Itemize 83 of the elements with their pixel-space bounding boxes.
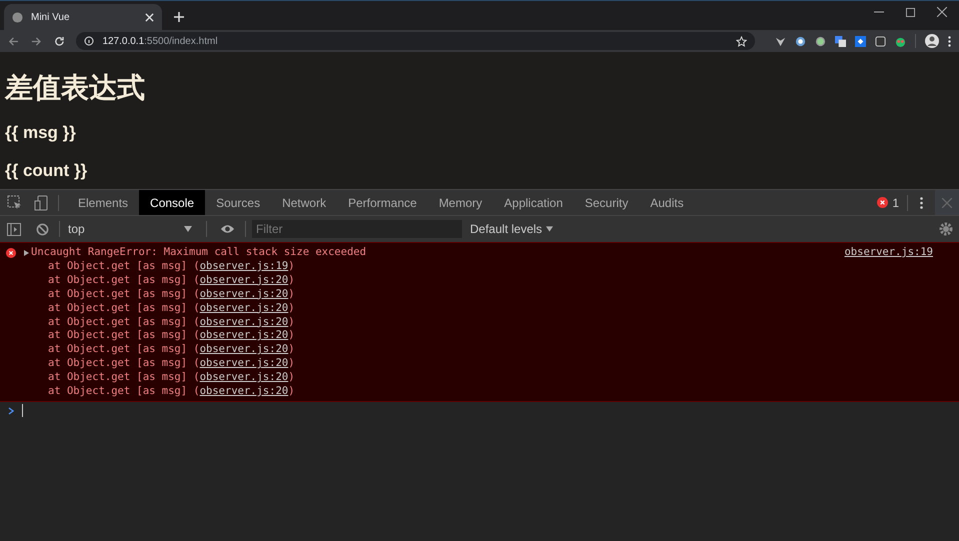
template-text: {{ count }}: [5, 160, 88, 182]
closing-paren: ): [288, 274, 295, 288]
stack-frame-text: at Object.get [as msg] (: [48, 343, 200, 358]
source-link[interactable]: observer.js:19: [200, 260, 288, 274]
error-icon: [6, 248, 16, 258]
source-link[interactable]: observer.js:19: [844, 246, 933, 260]
source-link[interactable]: observer.js:20: [200, 357, 288, 372]
menu-icon[interactable]: [948, 36, 951, 46]
stack-frame-text: at Object.get [as msg] (: [48, 288, 200, 302]
browser-tab[interactable]: Mini Vue: [4, 4, 162, 30]
stack-frame-text: at Object.get [as msg] (: [48, 274, 200, 288]
tab-title: Mini Vue: [31, 10, 71, 24]
error-message: Uncaught RangeError: Maximum call stack size exceeded: [31, 246, 366, 260]
devtools-tab[interactable]: Security: [574, 190, 640, 215]
back-icon[interactable]: [8, 36, 19, 46]
source-link[interactable]: observer.js:20: [200, 302, 288, 316]
inspect-icon[interactable]: [7, 195, 22, 210]
sidebar-toggle-icon[interactable]: [7, 222, 21, 236]
extension-icon[interactable]: [775, 36, 786, 46]
source-link[interactable]: observer.js:20: [200, 329, 288, 344]
device-icon[interactable]: [34, 194, 48, 210]
closing-paren: ): [288, 302, 295, 316]
closing-paren: ): [288, 329, 295, 344]
address-bar[interactable]: 127.0.0.1:5500/index.html: [76, 32, 755, 50]
close-icon[interactable]: [937, 7, 947, 17]
source-link[interactable]: observer.js:20: [200, 316, 288, 330]
extension-icon[interactable]: [835, 36, 846, 46]
stack-frame-text: at Object.get [as msg] (: [48, 357, 200, 372]
closing-paren: ): [288, 288, 295, 302]
stack-frame-text: at Object.get [as msg] (: [48, 316, 200, 330]
devtools-tab[interactable]: Application: [493, 190, 574, 215]
devtools-tab[interactable]: Memory: [428, 190, 494, 215]
source-link[interactable]: observer.js:20: [200, 371, 288, 386]
clear-icon[interactable]: [36, 222, 49, 236]
devtools-tab[interactable]: Sources: [205, 190, 272, 215]
dropdown-icon: [546, 226, 554, 232]
extension-icon[interactable]: [795, 36, 806, 46]
eye-icon[interactable]: [220, 224, 235, 234]
closing-paren: ): [288, 316, 295, 330]
more-icon[interactable]: [920, 196, 923, 208]
devtools-tab[interactable]: Elements: [67, 190, 140, 215]
dropdown-icon: [184, 226, 192, 232]
maximize-icon[interactable]: [906, 8, 915, 16]
stack-frame-text: at Object.get [as msg] (: [48, 385, 200, 399]
forward-icon[interactable]: [30, 36, 42, 46]
info-icon[interactable]: [84, 36, 94, 46]
error-icon: [877, 197, 888, 208]
template-text: {{ msg }}: [5, 122, 77, 144]
closing-paren: ): [288, 343, 295, 358]
closing-paren: ): [288, 357, 295, 372]
expand-arrow-icon[interactable]: [24, 250, 29, 256]
filter-field[interactable]: Filter: [252, 220, 462, 238]
stack-frame-text: at Object.get [as msg] (: [48, 371, 200, 386]
devtools-tab[interactable]: Performance: [337, 190, 428, 215]
source-link[interactable]: observer.js:20: [200, 343, 288, 358]
stack-frame-text: at Object.get [as msg] (: [48, 260, 200, 274]
reload-icon[interactable]: [54, 36, 64, 46]
globe-icon: [12, 12, 23, 22]
page-heading: 差值表达式: [5, 74, 146, 102]
closing-paren: ): [288, 260, 295, 274]
prompt-icon: [8, 406, 14, 415]
devtools-tab[interactable]: Audits: [639, 190, 695, 215]
closing-paren: ): [288, 371, 295, 386]
settings-icon[interactable]: [939, 222, 953, 236]
stack-frame-text: at Object.get [as msg] (: [48, 302, 200, 316]
source-link[interactable]: observer.js:20: [200, 288, 288, 302]
new-tab-icon[interactable]: [174, 12, 184, 22]
extension-icon[interactable]: [855, 36, 866, 46]
url-text: 127.0.0.1:5500/index.html: [102, 34, 218, 48]
extension-icon[interactable]: [895, 36, 906, 46]
levels-select[interactable]: Default levels: [470, 220, 554, 238]
context-select[interactable]: top: [68, 220, 196, 238]
extension-icon[interactable]: [815, 36, 826, 46]
devtools-tab[interactable]: Network: [271, 190, 338, 215]
avatar-icon[interactable]: [925, 34, 939, 48]
source-link[interactable]: observer.js:20: [200, 274, 288, 288]
error-count[interactable]: 1: [892, 194, 899, 212]
stack-frame-text: at Object.get [as msg] (: [48, 329, 200, 344]
star-icon[interactable]: [736, 36, 747, 46]
source-link[interactable]: observer.js:20: [200, 385, 288, 399]
extension-icon[interactable]: [875, 36, 886, 46]
closing-paren: ): [288, 385, 295, 399]
devtools-tab[interactable]: Console: [139, 190, 206, 215]
